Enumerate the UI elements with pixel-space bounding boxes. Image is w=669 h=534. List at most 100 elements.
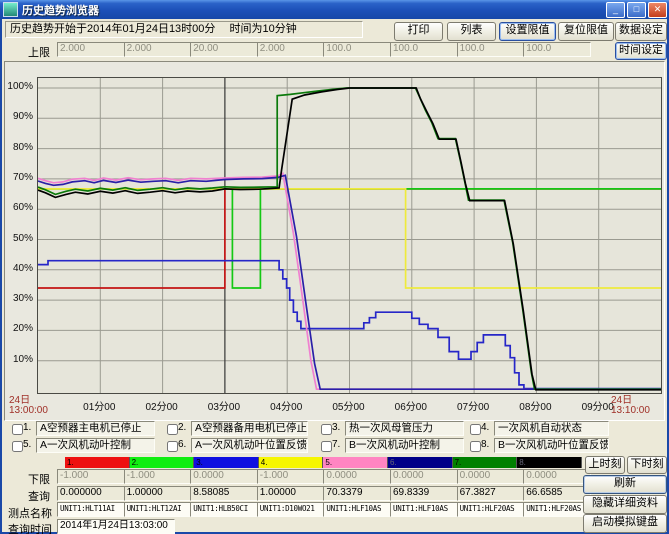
legend-number-4: 4. bbox=[481, 422, 489, 433]
query-field-8: 66.6585 bbox=[523, 486, 591, 501]
axis-start-time-label: 24日13:00:00 bbox=[9, 396, 48, 416]
upper-field-4[interactable]: 2.000 bbox=[257, 42, 325, 57]
data-setting-button[interactable]: 数据设定 bbox=[615, 22, 667, 41]
legend-item-6[interactable]: A一次风机动叶位置反馈 bbox=[191, 438, 308, 453]
color-segment-5: 5. bbox=[323, 457, 388, 468]
query-field-3: 8.58085 bbox=[190, 486, 258, 501]
color-segment-6: 6. bbox=[388, 457, 453, 468]
next-time-button[interactable]: 下时刻 bbox=[627, 456, 667, 474]
point-names-label: 测点名称 bbox=[8, 505, 52, 521]
legend-number-2: 2. bbox=[178, 422, 186, 433]
lower-field-3[interactable]: 0.0000 bbox=[190, 469, 258, 484]
previous-time-button[interactable]: 上时刻 bbox=[585, 456, 625, 474]
set-limit-button[interactable]: 设置限值 bbox=[499, 22, 556, 41]
legend-number-3: 3. bbox=[332, 422, 340, 433]
legend-item-4[interactable]: 一次风机自动状态 bbox=[494, 421, 609, 436]
upper-limit-label: 上限 bbox=[28, 44, 50, 60]
x-tick-8: 08分00 bbox=[509, 398, 561, 413]
legend-item-5[interactable]: A一次风机动叶控制 bbox=[36, 438, 155, 453]
list-button[interactable]: 列表 bbox=[447, 22, 496, 41]
y-tick-100%: 100% bbox=[5, 81, 33, 92]
x-tick-4: 04分00 bbox=[260, 398, 312, 413]
lower-field-7[interactable]: 0.0000 bbox=[457, 469, 525, 484]
y-tick-20%: 20% bbox=[5, 323, 33, 334]
legend-number-5: 5. bbox=[23, 439, 31, 450]
upper-field-2[interactable]: 2.000 bbox=[124, 42, 192, 57]
x-tick-3: 03分00 bbox=[198, 398, 250, 413]
x-tick-5: 05分00 bbox=[323, 398, 375, 413]
legend-item-7[interactable]: B一次风机动叶控制 bbox=[345, 438, 464, 453]
query-field-6: 69.8339 bbox=[390, 486, 458, 501]
y-tick-30%: 30% bbox=[5, 293, 33, 304]
legend-number-6: 6. bbox=[178, 439, 186, 450]
points-field-6[interactable]: UNIT1:HLF10AS bbox=[390, 502, 458, 517]
legend-checkbox-3[interactable] bbox=[321, 424, 332, 435]
legend-item-1[interactable]: A空预器主电机已停止 bbox=[36, 421, 155, 436]
reset-limit-button[interactable]: 复位限值 bbox=[558, 22, 614, 41]
y-tick-80%: 80% bbox=[5, 142, 33, 153]
legend-item-2[interactable]: A空预器备用电机已停止 bbox=[191, 421, 308, 436]
print-button[interactable]: 打印 bbox=[394, 22, 443, 41]
upper-field-6[interactable]: 100.0 bbox=[390, 42, 458, 57]
points-field-5[interactable]: UNIT1:HLF10AS bbox=[323, 502, 391, 517]
color-segment-3: 3. bbox=[194, 457, 259, 468]
legend-checkbox-6[interactable] bbox=[167, 441, 178, 452]
window-title: 历史趋势浏览器 bbox=[22, 2, 606, 18]
y-tick-40%: 40% bbox=[5, 263, 33, 274]
legend-checkbox-5[interactable] bbox=[12, 441, 23, 452]
plot-area[interactable] bbox=[37, 77, 662, 394]
legend-checkbox-7[interactable] bbox=[321, 441, 332, 452]
query-time-label: 查询时间 bbox=[8, 521, 52, 534]
points-field-2[interactable]: UNIT1:HLT12AI bbox=[124, 502, 192, 517]
upper-field-5[interactable]: 100.0 bbox=[323, 42, 391, 57]
trend-chart-panel: 100%90%80%70%60%50%40%30%20%10% 01分0002分… bbox=[4, 61, 665, 421]
query-time-field[interactable]: 2014年1月24日13:03:00 bbox=[57, 519, 175, 534]
upper-field-3[interactable]: 20.00 bbox=[190, 42, 258, 57]
points-field-4[interactable]: UNIT1:D10WO21 bbox=[257, 502, 325, 517]
virtual-keyboard-button[interactable]: 启动模拟键盘 bbox=[583, 514, 667, 533]
trend-plot-svg bbox=[38, 78, 661, 393]
color-segment-7: 7. bbox=[453, 457, 518, 468]
upper-field-7[interactable]: 100.0 bbox=[457, 42, 525, 57]
points-field-8[interactable]: UNIT1:HLF20AS bbox=[523, 502, 591, 517]
y-tick-70%: 70% bbox=[5, 172, 33, 183]
upper-field-1[interactable]: 2.000 bbox=[57, 42, 125, 57]
query-label: 查询 bbox=[28, 488, 50, 504]
hide-details-button[interactable]: 隐藏详细资料 bbox=[583, 495, 667, 514]
legend-item-8[interactable]: B一次风机动叶位置反馈 bbox=[494, 438, 609, 453]
legend-checkbox-4[interactable] bbox=[470, 424, 481, 435]
query-field-1: 0.000000 bbox=[57, 486, 125, 501]
lower-field-5[interactable]: 0.0000 bbox=[323, 469, 391, 484]
query-field-7: 67.3827 bbox=[457, 486, 525, 501]
lower-field-2[interactable]: -1.000 bbox=[124, 469, 192, 484]
legend-checkbox-1[interactable] bbox=[12, 424, 23, 435]
title-bar: 历史趋势浏览器 _ □ ✕ bbox=[0, 0, 669, 19]
points-field-7[interactable]: UNIT1:HLF20AS bbox=[457, 502, 525, 517]
legend-number-8: 8. bbox=[481, 439, 489, 450]
color-segment-4: 4. bbox=[259, 457, 324, 468]
color-segment-1: 1. bbox=[65, 457, 130, 468]
color-segment-8: 8. bbox=[517, 457, 582, 468]
points-field-3[interactable]: UNIT1:HLB50CI bbox=[190, 502, 258, 517]
refresh-button[interactable]: 刷新 bbox=[583, 475, 667, 494]
trend-info-bar: 历史趋势开始于2014年01月24日13时00分 时间为10分钟 bbox=[5, 21, 363, 38]
y-tick-60%: 60% bbox=[5, 202, 33, 213]
close-button[interactable]: ✕ bbox=[648, 2, 667, 18]
lower-field-8[interactable]: 0.0000 bbox=[523, 469, 591, 484]
lower-field-4[interactable]: -1.000 bbox=[257, 469, 325, 484]
axis-end-time-label: 24日13:10:00 bbox=[611, 396, 650, 416]
upper-field-8[interactable]: 100.0 bbox=[523, 42, 591, 57]
minimize-button[interactable]: _ bbox=[606, 2, 625, 18]
query-field-5: 70.3379 bbox=[323, 486, 391, 501]
lower-field-1[interactable]: -1.000 bbox=[57, 469, 125, 484]
maximize-button[interactable]: □ bbox=[627, 2, 646, 18]
points-field-1[interactable]: UNIT1:HLT11AI bbox=[57, 502, 125, 517]
time-setting-button[interactable]: 时间设定 bbox=[615, 42, 667, 60]
legend-checkbox-2[interactable] bbox=[167, 424, 178, 435]
legend-number-7: 7. bbox=[332, 439, 340, 450]
legend-item-3[interactable]: 热一次风母管压力 bbox=[345, 421, 464, 436]
legend-checkbox-8[interactable] bbox=[470, 441, 481, 452]
lower-field-6[interactable]: 0.0000 bbox=[390, 469, 458, 484]
history-trend-window: 历史趋势浏览器 _ □ ✕ 历史趋势开始于2014年01月24日13时00分 时… bbox=[0, 0, 669, 534]
legend-number-1: 1. bbox=[23, 422, 31, 433]
